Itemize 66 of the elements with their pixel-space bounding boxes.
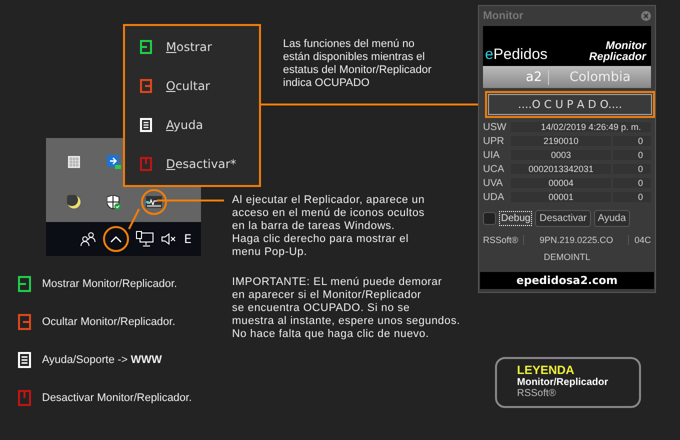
- count-cell: 0: [613, 150, 651, 160]
- count-cell: 0: [613, 164, 651, 174]
- value-cell: 0003: [511, 150, 611, 160]
- legend-text: Ocultar Monitor/Replicador.: [42, 316, 176, 328]
- chevron-up-icon: [110, 236, 122, 242]
- hide-icon: [18, 314, 31, 330]
- row-label: UDA: [483, 192, 506, 202]
- chevron-button[interactable]: [103, 226, 129, 252]
- menu-item[interactable]: Mostrar: [125, 32, 259, 62]
- legend-title: LEYENDA: [517, 363, 576, 377]
- network-icon[interactable]: [136, 231, 154, 247]
- website-label: epedidosa2.com: [480, 272, 654, 289]
- important-note: IMPORTANTE: EL menú puede demorar en aparecer si el Monitor/Replicador se encuentra OCUPADO. Si no se muestra al instante, espere unos segundos. No hace falta que haga clic de nuevo.: [232, 276, 460, 341]
- hide-icon: [140, 79, 152, 94]
- monitor-app-icon[interactable]: [146, 196, 162, 208]
- leader-line: [128, 208, 140, 230]
- power-icon: [140, 156, 152, 171]
- count-cell: 0: [613, 192, 651, 202]
- license-label: DEMOINTL: [542, 252, 592, 262]
- menu-item[interactable]: Ayuda: [125, 110, 259, 140]
- language-indicator[interactable]: E: [184, 232, 192, 246]
- power-icon: [18, 390, 31, 406]
- row-label: UVA: [483, 178, 504, 188]
- legend-subtitle: Monitor/Replicador: [517, 377, 610, 388]
- legend-text: Desactivar Monitor/Replicador.: [42, 392, 192, 404]
- remote-app-icon[interactable]: [107, 155, 121, 169]
- show-icon: [18, 276, 31, 292]
- product-name: Monitor Replicador: [589, 41, 646, 63]
- row-label: UCA: [483, 164, 506, 174]
- brand-logo: ePedidos: [485, 46, 548, 63]
- menu-note: Las funciones del menú no están disponibles mientras el estatus del Monitor/Replicador indica OCUPADO: [283, 38, 432, 90]
- people-icon[interactable]: [80, 232, 96, 246]
- value-cell: 14/02/2019 4:26:49 p. m.: [511, 122, 651, 132]
- document-icon: [140, 118, 152, 132]
- close-icon[interactable]: [641, 11, 651, 21]
- value-cell: 00004: [511, 178, 611, 188]
- window-title: Monitor: [483, 10, 524, 22]
- debug-label[interactable]: Debug: [499, 211, 532, 226]
- tray-note: Al ejecutar el Replicador, aparece un acceso en el menú de iconos ocultos en la barra de tareas Windows. Haga clic derecho para mostrar el menu Pop-Up.: [232, 194, 425, 259]
- window-button[interactable]: Desactivar: [535, 210, 591, 227]
- legend-text: Ayuda/Soporte -> WWW: [42, 354, 162, 366]
- edition-label: a2: [483, 70, 549, 84]
- count-cell: 0: [613, 136, 651, 146]
- legend-brand: RSSoft®: [517, 388, 558, 399]
- legend-text: Mostrar Monitor/Replicador.: [42, 278, 178, 290]
- value-cell: 00001: [511, 192, 611, 202]
- window-button[interactable]: Ayuda: [594, 210, 630, 227]
- version-label: 9PN.219.0225.CO: [523, 235, 630, 245]
- value-cell: 2190010: [511, 136, 611, 146]
- country-label: Colombia: [568, 70, 632, 84]
- row-label: USW: [483, 122, 508, 132]
- menu-item[interactable]: Ocultar: [125, 71, 259, 102]
- moon-icon[interactable]: [67, 195, 81, 209]
- value-cell: 0002013342031: [511, 164, 611, 174]
- show-icon: [140, 40, 152, 54]
- document-icon: [18, 352, 31, 368]
- row-label: UPR: [483, 136, 506, 146]
- row-label: UIA: [483, 150, 501, 160]
- checkbox[interactable]: [483, 212, 496, 225]
- count-cell: 0: [613, 178, 651, 188]
- company-label: RSSoft®: [483, 235, 518, 245]
- menu-item[interactable]: Desactivar*: [125, 148, 259, 179]
- code-label: 04C: [634, 235, 651, 245]
- shield-icon[interactable]: [107, 194, 121, 210]
- muted-speaker-icon[interactable]: [161, 233, 177, 245]
- status-display: ....O C U P A D O....: [488, 94, 652, 115]
